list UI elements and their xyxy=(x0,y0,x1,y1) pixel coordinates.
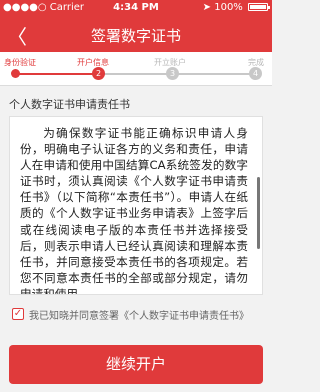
step-dot-3: 3 xyxy=(166,67,179,80)
agreement-document[interactable]: 为确保数字证书能正确标识申请人身份，明确电子认证各方的义务和责任，申请人在申请和… xyxy=(9,116,263,295)
section-title: 个人数字证书申请责任书 xyxy=(9,98,130,111)
agree-row[interactable]: ✓ 我已知晓并同意签署《个人数字证书申请责任书》 xyxy=(12,307,262,322)
scrollbar[interactable] xyxy=(257,177,260,249)
step-label-identity: 身份验证 xyxy=(4,58,36,67)
continue-button[interactable]: 继续开户 xyxy=(9,345,263,384)
step-dot-1 xyxy=(11,69,20,78)
battery-icon xyxy=(248,3,270,11)
step-dot-2: 2 xyxy=(92,67,105,80)
step-label-account-info: 开户信息 xyxy=(77,58,109,67)
status-bar: ●●●●○ Carrier 4:34 PM ➤ 100% xyxy=(0,0,272,16)
step-line-3 xyxy=(172,73,254,75)
step-line-2 xyxy=(98,73,172,75)
battery-percent: 100% xyxy=(214,2,243,13)
page-title: 签署数字证书 xyxy=(90,27,181,45)
agreement-text: 为确保数字证书能正确标识申请人身份，明确电子认证各方的义务和责任，申请人在申请和… xyxy=(20,126,248,295)
location-arrow-icon: ➤ xyxy=(202,2,212,13)
agree-checkbox[interactable]: ✓ xyxy=(12,308,24,320)
step-indicator: 身份验证 开户信息 2 开立账户 3 完成 4 xyxy=(0,52,272,86)
nav-bar: 〈 签署数字证书 xyxy=(0,16,272,52)
step-dot-4: 4 xyxy=(249,67,262,80)
step-line-1 xyxy=(18,73,98,75)
status-right: ➤ 100% xyxy=(202,2,270,13)
agree-text[interactable]: 我已知晓并同意签署《个人数字证书申请责任书》 xyxy=(29,307,249,322)
